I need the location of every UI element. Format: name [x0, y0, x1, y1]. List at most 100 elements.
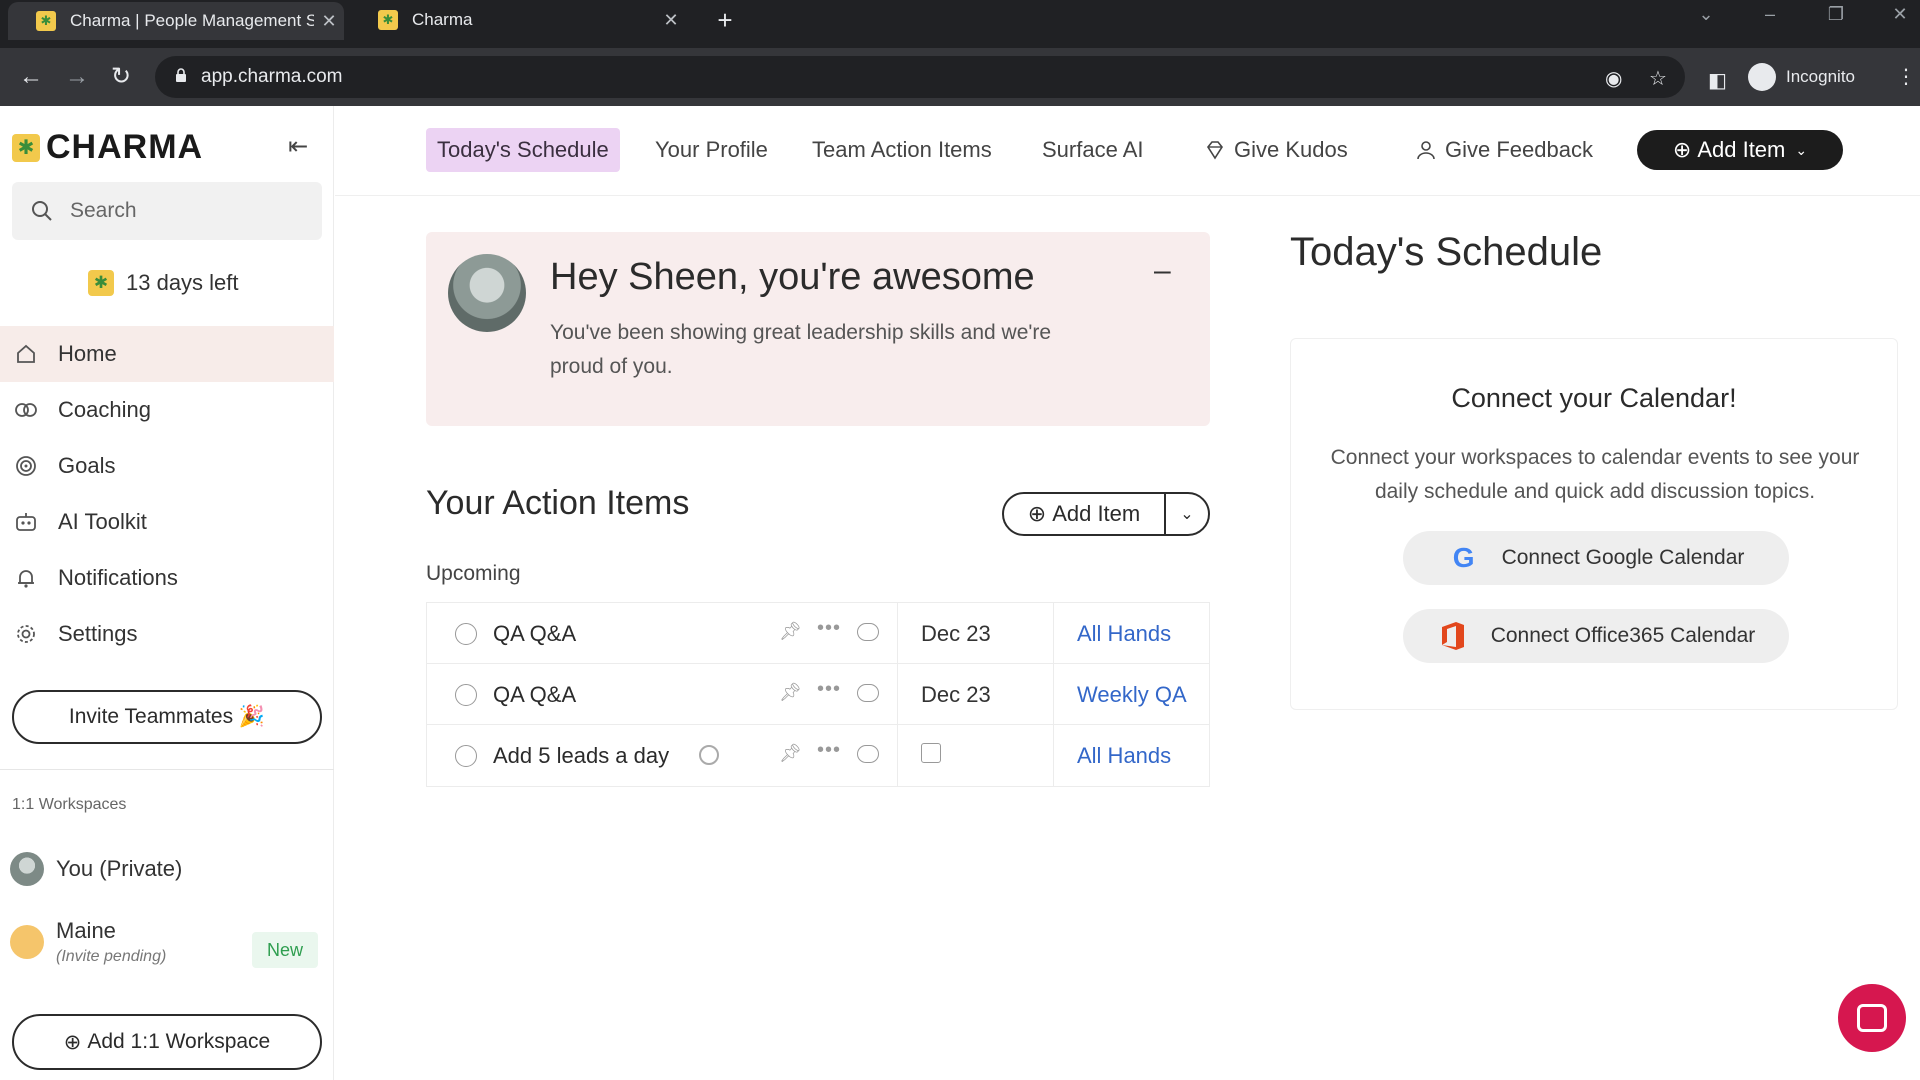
- comment-icon[interactable]: [857, 684, 879, 702]
- action-item-title[interactable]: QA Q&A: [493, 682, 576, 708]
- charma-favicon: ✱: [36, 11, 56, 31]
- gear-icon: [12, 620, 40, 648]
- table-row: QA Q&A 📌︎ ••• Dec 23 Weekly QA: [427, 664, 1209, 725]
- meeting-link[interactable]: All Hands: [1077, 621, 1171, 647]
- coaching-icon: [12, 396, 40, 424]
- connect-calendar-description: Connect your workspaces to calendar even…: [1330, 446, 1860, 503]
- sidebar-item-coaching[interactable]: Coaching: [0, 382, 334, 438]
- workspace-name: Maine: [56, 918, 116, 943]
- close-window-icon[interactable]: ✕: [1880, 4, 1920, 25]
- new-tab-button[interactable]: +: [708, 4, 742, 38]
- collapse-sidebar-icon[interactable]: ⇤: [288, 132, 308, 161]
- sidebar-divider: [0, 769, 334, 770]
- sidebar-item-ai-toolkit[interactable]: AI Toolkit: [0, 494, 334, 550]
- meeting-link[interactable]: Weekly QA: [1077, 682, 1187, 708]
- avatar: [448, 254, 526, 332]
- add-workspace-label: Add 1:1 Workspace: [87, 1030, 271, 1053]
- browser-tab[interactable]: ✱ Charma | People Management S ✕: [8, 2, 344, 40]
- tab-your-profile[interactable]: Your Profile: [655, 128, 768, 172]
- column-divider: [897, 725, 898, 786]
- connect-google-calendar-button[interactable]: G Connect Google Calendar: [1403, 531, 1789, 585]
- give-kudos-button[interactable]: Give Kudos: [1204, 128, 1348, 172]
- complete-checkbox[interactable]: [455, 745, 477, 767]
- sidebar-item-notifications[interactable]: Notifications: [0, 550, 334, 606]
- action-items-title: Your Action Items: [426, 484, 690, 522]
- sidebar-item-home[interactable]: Home: [0, 326, 334, 382]
- calendar-icon[interactable]: [921, 743, 941, 763]
- banner-message: You've been showing great leadership ski…: [550, 321, 1052, 378]
- complete-checkbox[interactable]: [455, 623, 477, 645]
- more-options-icon[interactable]: •••: [817, 617, 841, 640]
- plus-circle-icon: ⊕: [63, 1030, 82, 1054]
- meeting-link[interactable]: All Hands: [1077, 743, 1171, 769]
- connect-calendar-title: Connect your Calendar!: [1451, 383, 1737, 413]
- charma-logo[interactable]: ✱ CHARMA: [12, 128, 203, 167]
- action-item-title[interactable]: Add 5 leads a day: [493, 743, 669, 769]
- add-action-item-button[interactable]: ⊕ Add Item: [1004, 494, 1166, 534]
- restore-window-icon[interactable]: ❐: [1816, 4, 1856, 25]
- sidebar-item-label: Settings: [58, 621, 138, 646]
- give-feedback-button[interactable]: Give Feedback: [1415, 128, 1593, 172]
- search-icon: [32, 201, 52, 221]
- workspaces-heading: 1:1 Workspaces: [12, 796, 127, 813]
- tab-search-icon[interactable]: ⌄: [1686, 4, 1726, 25]
- avatar: [10, 852, 44, 886]
- support-chat-button[interactable]: [1838, 984, 1906, 1052]
- column-divider: [897, 603, 898, 663]
- tab-team-action-items[interactable]: Team Action Items: [812, 128, 992, 172]
- bookmark-star-icon[interactable]: ☆: [1649, 66, 1667, 91]
- browser-menu-icon[interactable]: ⋮: [1896, 64, 1916, 89]
- tracking-protection-icon[interactable]: ◉: [1605, 66, 1622, 91]
- minimize-window-icon[interactable]: –: [1750, 4, 1790, 25]
- upcoming-heading: Upcoming: [426, 562, 521, 585]
- comment-icon[interactable]: [857, 623, 879, 641]
- incognito-indicator[interactable]: Incognito: [1748, 58, 1855, 96]
- add-item-button[interactable]: ⊕ Add Item ⌄: [1637, 130, 1843, 170]
- connect-office365-calendar-button[interactable]: Connect Office365 Calendar: [1403, 609, 1789, 663]
- complete-checkbox[interactable]: [455, 684, 477, 706]
- pin-icon[interactable]: 📌︎: [779, 682, 802, 703]
- goal-target-icon[interactable]: [699, 745, 719, 765]
- add-workspace-button[interactable]: ⊕ Add 1:1 Workspace: [12, 1014, 322, 1070]
- pin-icon[interactable]: 📌︎: [779, 621, 802, 642]
- side-panel-icon[interactable]: ◧: [1708, 68, 1727, 93]
- give-kudos-label: Give Kudos: [1234, 137, 1348, 162]
- workspace-item[interactable]: You (Private): [10, 852, 182, 886]
- comment-icon[interactable]: [857, 745, 879, 763]
- office-button-label: Connect Office365 Calendar: [1490, 624, 1756, 647]
- close-tab-icon[interactable]: ✕: [314, 11, 344, 32]
- minimize-banner-icon[interactable]: –: [1154, 254, 1171, 288]
- address-bar: ← → ↻ app.charma.com ◉ ☆ ◧ Incognito ⋮: [0, 48, 1920, 106]
- forward-icon[interactable]: →: [60, 62, 94, 92]
- praise-banner: Hey Sheen, you're awesome You've been sh…: [426, 232, 1210, 426]
- reload-icon[interactable]: ↻: [104, 62, 138, 92]
- avatar: [10, 925, 44, 959]
- sidebar-item-settings[interactable]: Settings: [0, 606, 334, 662]
- tab-todays-schedule[interactable]: Today's Schedule: [426, 128, 620, 172]
- sidebar-item-goals[interactable]: Goals: [0, 438, 334, 494]
- workspace-item[interactable]: Maine (Invite pending): [10, 918, 166, 966]
- chevron-down-icon[interactable]: ⌄: [1166, 504, 1208, 524]
- sidebar: ✱ CHARMA ⇤ Search ✱ 13 days left Home Co…: [0, 106, 334, 1080]
- close-tab-icon[interactable]: ✕: [656, 10, 686, 31]
- due-date[interactable]: Dec 23: [921, 621, 991, 647]
- add-item-label: Add Item: [1697, 137, 1786, 162]
- omnibox[interactable]: app.charma.com ◉ ☆: [155, 56, 1685, 98]
- workspace-name: You (Private): [56, 856, 183, 881]
- search-input[interactable]: Search: [12, 182, 322, 240]
- pin-icon[interactable]: 📌︎: [779, 743, 802, 764]
- back-icon[interactable]: ←: [14, 62, 48, 92]
- due-date[interactable]: Dec 23: [921, 682, 991, 708]
- more-options-icon[interactable]: •••: [817, 739, 841, 762]
- invite-teammates-button[interactable]: Invite Teammates 🎉: [12, 690, 322, 744]
- sidebar-item-label: Goals: [58, 453, 116, 478]
- sidebar-item-label: AI Toolkit: [58, 509, 147, 534]
- workspace-status: (Invite pending): [56, 948, 167, 965]
- browser-tab[interactable]: ✱ Charma ✕: [350, 0, 686, 40]
- more-options-icon[interactable]: •••: [817, 678, 841, 701]
- incognito-label: Incognito: [1786, 67, 1855, 86]
- tab-surface-ai[interactable]: Surface AI: [1042, 128, 1144, 172]
- chevron-down-icon: ⌄: [1795, 141, 1808, 158]
- top-navigation: Today's Schedule Your Profile Team Actio…: [335, 106, 1920, 196]
- action-item-title[interactable]: QA Q&A: [493, 621, 576, 647]
